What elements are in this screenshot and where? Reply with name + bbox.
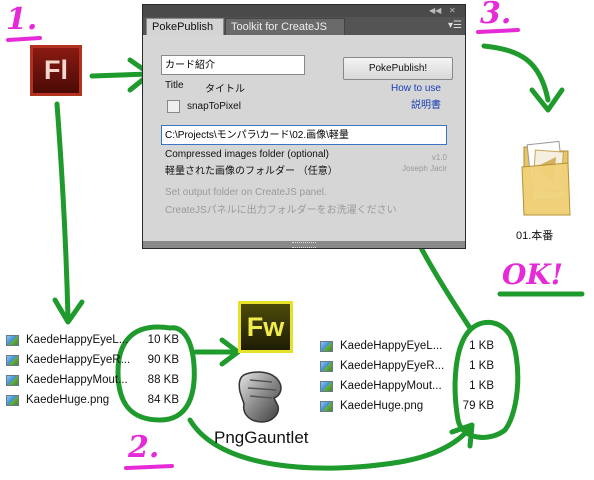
resize-grip[interactable] [292,242,316,248]
title-label-jp: タイトル [205,84,245,95]
howto-link[interactable]: How to use [363,83,441,94]
list-item[interactable]: KaedeHuge.png 79 KB [320,398,500,417]
panel-bottom-bar [143,241,465,248]
image-file-icon [320,381,333,392]
image-file-icon [320,401,333,412]
howto-link-jp[interactable]: 説明書 [363,96,441,111]
flash-app-icon: Fl [30,45,82,96]
list-item[interactable]: KaedeHappyEyeL... 1 KB [320,338,500,357]
panel-tabstrip: PokePublish Toolkit for CreateJS ▾☰ [143,17,465,35]
compressed-folder-label-jp: 軽量された画像のフォルダー （任意） [165,166,338,177]
arrow-step3-to-folder [481,43,551,103]
file-size: 90 KB [147,354,179,366]
step-number-1: 1. [6,2,38,37]
step-number-2: 2. [128,430,160,465]
file-name: KaedeHappyEyeR... [26,354,131,366]
collapse-icon[interactable]: ◀◀ [429,5,441,17]
list-item[interactable]: KaedeHappyMout... 1 KB [320,378,500,397]
snap-to-pixel-label: snapToPixel [187,101,241,112]
step-number-3: 3. [480,0,512,31]
file-name: KaedeHappyMout... [340,380,442,392]
step1-underline [6,36,42,42]
ok-label: OK! [502,258,564,291]
image-file-icon [6,355,19,366]
file-size: 1 KB [469,360,494,372]
version-label: v1.0 [431,153,447,162]
image-file-icon [6,335,19,346]
panel-menu-icon[interactable]: ▾☰ [448,18,462,34]
image-file-icon [320,341,333,352]
fireworks-app-icon: Fw [238,301,293,353]
fireworks-icon-text: Fw [246,312,285,342]
note-en: Set output folder on CreateJS panel. [165,187,327,198]
compressed-folder-label: Compressed images folder (optional) [165,149,329,160]
panel-titlebar: ◀◀ ✕ [143,5,465,17]
file-name: KaedeHuge.png [26,394,110,406]
image-file-icon [6,375,19,386]
gauntlet-label: PngGauntlet [214,428,309,447]
title-input[interactable]: カード紹介 [161,55,305,75]
file-name: KaedeHuge.png [340,400,424,412]
list-item[interactable]: KaedeHappyMout... 88 KB [6,372,186,391]
flash-icon-text: Fl [44,55,68,85]
list-item[interactable]: KaedeHappyEyeL... 10 KB [6,332,186,351]
pokepublish-panel: ◀◀ ✕ PokePublish Toolkit for CreateJS ▾☰… [142,4,466,249]
gauntlet-icon [238,371,282,423]
author-label: Joseph Jacir [402,164,447,173]
file-name: KaedeHappyMout... [26,374,128,386]
file-size: 79 KB [462,400,494,412]
file-size: 10 KB [147,334,179,346]
close-icon[interactable]: ✕ [449,5,456,17]
arrow-flash-to-files [54,101,71,321]
file-size: 88 KB [147,374,179,386]
file-name: KaedeHappyEyeL... [340,340,443,352]
list-item[interactable]: KaedeHappyEyeR... 90 KB [6,352,186,371]
pokepublish-button[interactable]: PokePublish! [343,57,453,80]
file-name: KaedeHappyEyeR... [340,360,445,372]
file-name: KaedeHappyEyeL... [26,334,129,346]
image-file-icon [6,395,19,406]
file-size: 84 KB [147,394,179,406]
list-item[interactable]: KaedeHuge.png 84 KB [6,392,186,411]
folder-label: 01.本番 [516,230,554,242]
folder-icon[interactable] [520,127,572,217]
panel-content: カード紹介 Title タイトル snapToPixel PokePublish… [143,35,465,248]
tab-toolkit-createjs[interactable]: Toolkit for CreateJS [225,18,345,35]
file-size: 1 KB [469,380,494,392]
image-file-icon [320,361,333,372]
tab-pokepublish[interactable]: PokePublish [146,18,224,35]
step2-underline [124,464,174,470]
file-size: 1 KB [469,340,494,352]
note-jp: CreateJSパネルに出力フォルダーをお洗濯ください [165,205,397,216]
list-item[interactable]: KaedeHappyEyeR... 1 KB [320,358,500,377]
title-label: Title [165,80,184,91]
snap-to-pixel-checkbox[interactable] [167,100,180,113]
compressed-folder-input[interactable]: C:\Projects\モンパラ\カード\02.画像\軽量 [161,125,447,145]
